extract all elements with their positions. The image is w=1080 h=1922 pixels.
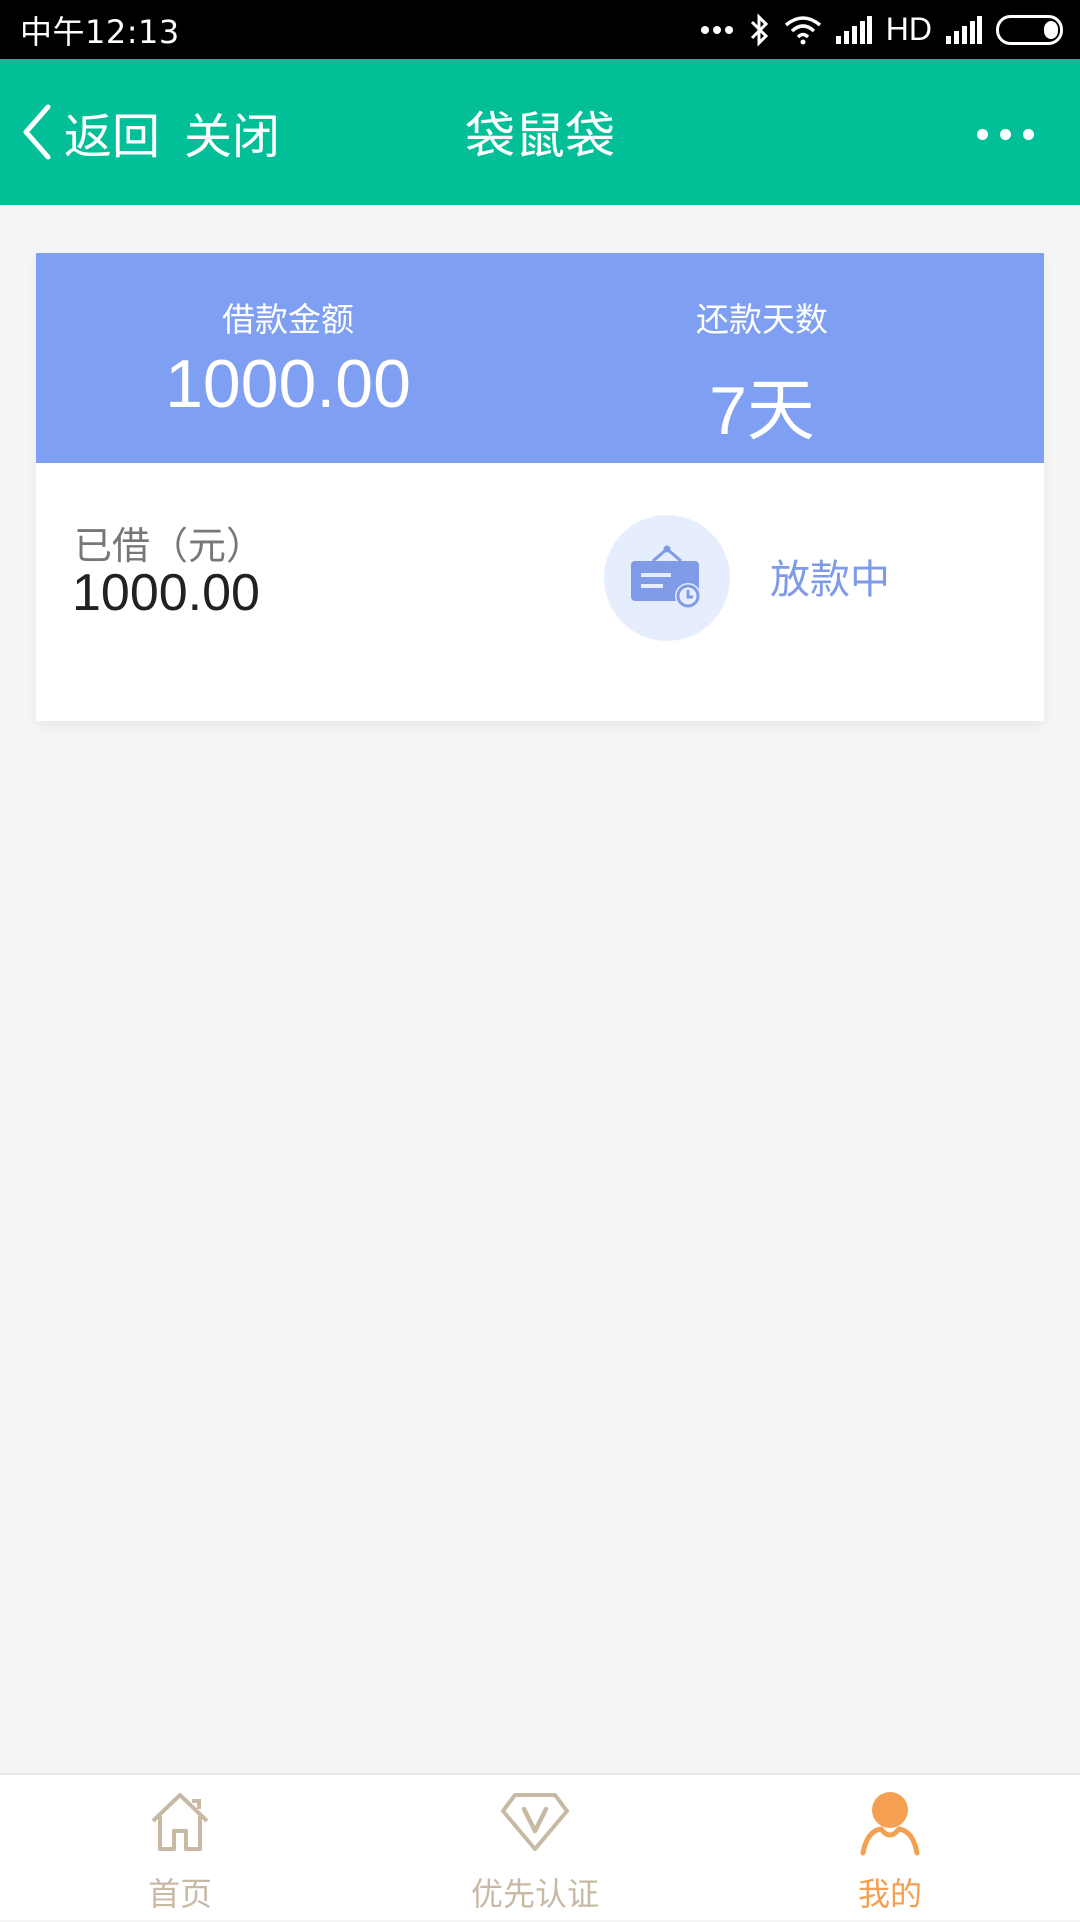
tab-home-label: 首页 [147, 1875, 212, 1913]
loan-summary-header: 借款金额 1000.00 还款天数 7天 [36, 253, 1044, 463]
status-bar: 中午12:13 HD [0, 0, 1080, 59]
clock-notice-icon [631, 545, 701, 609]
status-time: 中午12:13 [20, 12, 180, 51]
chevron-left-icon [23, 104, 51, 160]
v-badge-icon [501, 1793, 569, 1851]
repay-days-value: 7天 [709, 373, 815, 449]
loan-amount: 借款金额 1000.00 [36, 253, 540, 463]
user-icon [860, 1792, 920, 1856]
page-title: 袋鼠袋 [465, 107, 615, 165]
close-button[interactable]: 关闭 [184, 97, 280, 167]
status-badge [604, 515, 730, 641]
loan-status-text: 放款中 [770, 557, 890, 603]
more-dots-icon [700, 25, 733, 34]
signal-icon [835, 15, 872, 44]
home-icon [151, 1793, 209, 1851]
nav-bar: 返回 关闭 袋鼠袋 [0, 59, 1080, 205]
tab-home[interactable]: 首页 [0, 1775, 360, 1922]
loan-card: 借款金额 1000.00 还款天数 7天 已借（元） 1000.00 放款中 [36, 253, 1044, 721]
repay-days: 还款天数 7天 [510, 253, 1014, 463]
more-horizontal-icon [976, 128, 988, 140]
more-horizontal-icon [999, 128, 1011, 140]
status-icons: HD [700, 11, 1066, 48]
network-type: HD [885, 11, 932, 47]
wifi-icon [784, 15, 821, 44]
more-button[interactable] [970, 109, 1040, 159]
tab-mine-label: 我的 [857, 1875, 922, 1913]
borrowed-value: 1000.00 [72, 564, 260, 622]
bluetooth-icon [750, 12, 768, 47]
battery-icon [996, 14, 1063, 45]
loan-amount-label: 借款金额 [222, 300, 354, 339]
borrowed-label: 已借（元） [74, 524, 265, 568]
more-horizontal-icon [1022, 128, 1034, 140]
tab-mine[interactable]: 我的 [710, 1775, 1070, 1922]
back-label: 返回 [64, 109, 161, 165]
loan-amount-value: 1000.00 [165, 346, 411, 422]
tab-priority-auth[interactable]: 优先认证 [355, 1775, 715, 1922]
back-button[interactable]: 返回 [20, 97, 160, 167]
tab-bar: 首页 优先认证 我的 [0, 1773, 1080, 1920]
repay-days-label: 还款天数 [696, 300, 828, 339]
tab-priority-auth-label: 优先认证 [470, 1875, 599, 1913]
signal-icon [946, 15, 982, 44]
